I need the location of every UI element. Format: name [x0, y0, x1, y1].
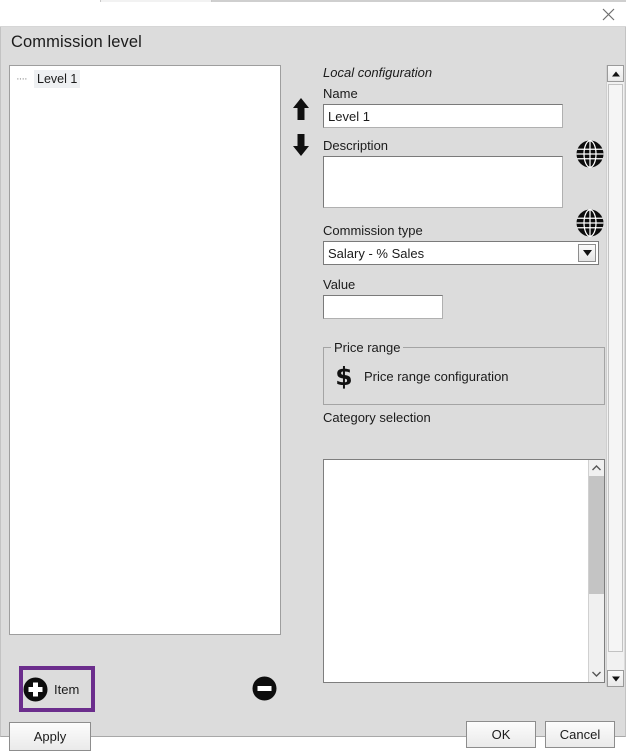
commission-type-label: Commission type	[323, 223, 423, 238]
price-range-configuration-link[interactable]: $ Price range configuration	[324, 348, 604, 404]
price-range-legend: Price range	[331, 340, 404, 355]
dollar-icon: $	[335, 361, 353, 391]
commission-type-select[interactable]: Salary - % Sales	[323, 241, 599, 265]
close-icon[interactable]	[594, 3, 622, 26]
triangle-up-glyph	[611, 71, 620, 76]
commission-level-tree[interactable]: ···· Level 1	[9, 65, 281, 635]
value-input[interactable]	[323, 295, 443, 319]
arrow-down-icon[interactable]	[289, 131, 313, 159]
dialog-body: Commission level ···· Level 1 Local conf…	[0, 27, 626, 751]
close-glyph	[602, 8, 614, 21]
arrow-down-glyph	[293, 134, 309, 156]
triangle-down-glyph	[611, 676, 620, 681]
category-selection-label: Category selection	[323, 410, 431, 425]
tree-item-level-1[interactable]: ···· Level 1	[10, 70, 280, 88]
name-translate-globe-icon[interactable]	[575, 139, 605, 169]
chevron-down-glyph	[592, 671, 601, 677]
section-title: Local configuration	[323, 65, 433, 80]
chevron-down-glyph	[582, 250, 592, 256]
minus-circle-glyph	[252, 676, 277, 701]
chevron-up-glyph	[592, 465, 601, 471]
cancel-button[interactable]: Cancel	[545, 721, 615, 748]
commission-level-dialog: Commission level ···· Level 1 Local conf…	[0, 0, 626, 751]
value-label: Value	[323, 277, 356, 292]
category-list-scroll-thumb[interactable]	[589, 476, 604, 594]
description-input[interactable]	[323, 156, 563, 208]
chevron-down-icon[interactable]	[578, 244, 596, 262]
add-item-button[interactable]: Item	[23, 670, 89, 708]
panel-scrollbar[interactable]	[606, 65, 624, 687]
triangle-up-icon[interactable]	[607, 65, 624, 82]
chevron-up-icon[interactable]	[589, 460, 604, 476]
name-label: Name	[323, 86, 358, 101]
ok-button[interactable]: OK	[466, 721, 536, 748]
page-title: Commission level	[11, 33, 142, 51]
arrow-up-icon[interactable]	[289, 95, 313, 123]
plus-circle-glyph	[23, 677, 48, 701]
commission-type-value: Salary - % Sales	[328, 245, 425, 261]
ok-label: OK	[491, 727, 511, 742]
minus-circle-icon[interactable]	[252, 676, 277, 701]
tree-item-label: Level 1	[34, 70, 81, 88]
description-translate-globe-icon[interactable]	[575, 208, 605, 238]
cancel-label: Cancel	[559, 727, 601, 742]
panel-scroll-thumb[interactable]	[608, 84, 623, 652]
globe-glyph	[576, 209, 604, 237]
add-item-label: Item	[54, 681, 80, 697]
arrow-up-glyph	[293, 98, 309, 120]
price-range-configuration-label: Price range configuration	[364, 368, 509, 384]
title-bar	[0, 2, 626, 27]
tree-connector-icon: ····	[16, 73, 28, 85]
name-input[interactable]	[323, 104, 563, 128]
price-range-fieldset: Price range $ Price range configuration	[323, 340, 605, 405]
category-list-scrollbar[interactable]	[588, 460, 604, 682]
triangle-down-icon[interactable]	[607, 670, 624, 687]
plus-circle-icon	[23, 677, 48, 702]
description-label: Description	[323, 138, 389, 153]
globe-glyph	[576, 140, 604, 168]
category-selection-list[interactable]	[323, 459, 605, 683]
chevron-down-icon[interactable]	[589, 666, 604, 682]
